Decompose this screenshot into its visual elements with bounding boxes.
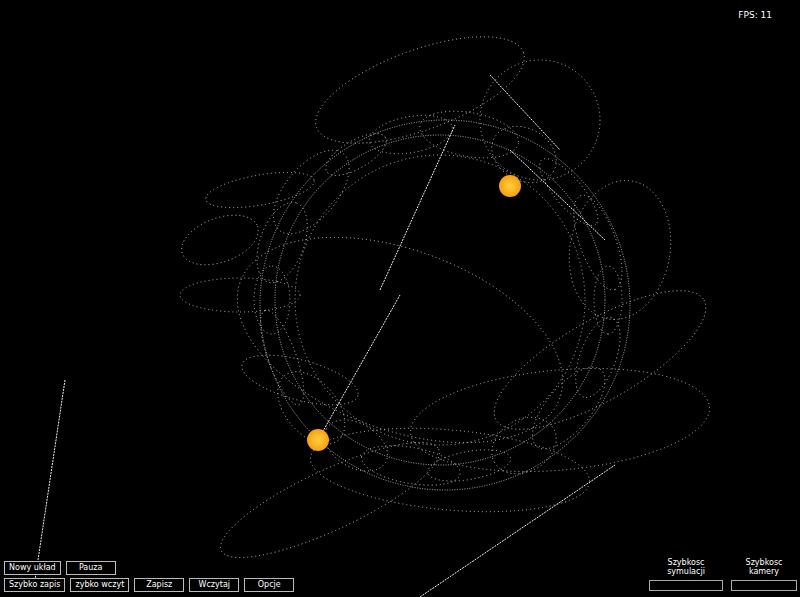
orbit-canvas[interactable] [0,0,800,597]
menu-button[interactable]: Wczytaj [189,578,239,592]
menu-button[interactable]: Szybko zapis [4,578,65,592]
button-row: Szybko zapis zybko wczyt Zapisz Wczytaj Opcj… [4,578,294,592]
menu-button[interactable]: Nowy układ [4,561,61,575]
slider-label: Szybkosc symulacji [658,558,714,576]
slider-panel: Szybkosc symulacji Szybkosc kamery [649,558,797,591]
menu-button[interactable]: Zapisz [134,578,184,592]
menu-button[interactable]: Pauza [66,561,116,575]
slider-track[interactable] [731,580,797,591]
simulation-view: FPS: 11 Nowy układ PauzaSzybko zapis zybko… [0,0,800,597]
menu-button[interactable]: zybko wczyt [70,578,129,592]
star-body[interactable] [499,175,521,197]
control-panel: Nowy układ PauzaSzybko zapis zybko wczyt Za… [4,561,294,592]
star-body[interactable] [307,429,329,451]
slider-label: Szybkosc kamery [736,558,792,576]
slider-track[interactable] [649,580,723,591]
speed-slider: Szybkosc kamery [731,558,797,591]
button-row: Nowy układ Pauza [4,561,294,575]
fps-counter: FPS: 11 [738,10,772,20]
speed-slider: Szybkosc symulacji [649,558,723,591]
menu-button[interactable]: Opcje [244,578,294,592]
